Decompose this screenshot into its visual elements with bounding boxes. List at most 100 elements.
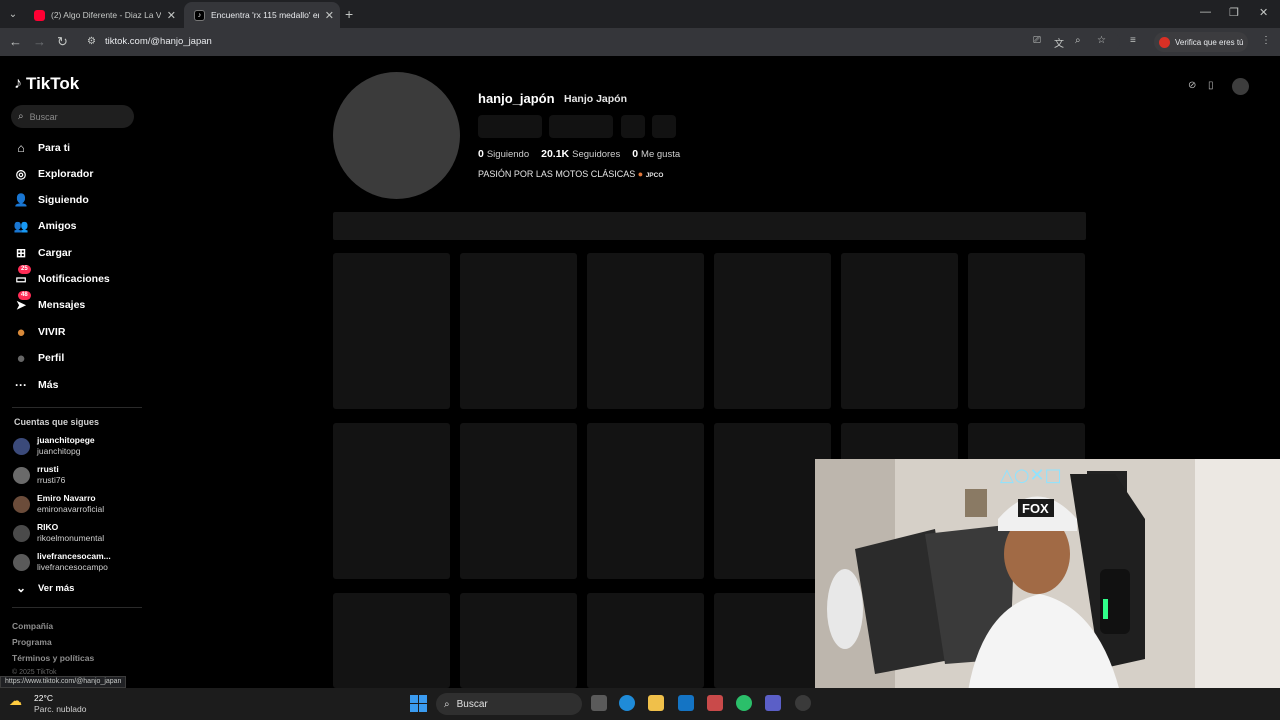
sidebar-item-compass[interactable]: ◎ Explorador	[13, 163, 143, 185]
sidebar-item-label: Perfil	[38, 352, 65, 364]
maximize-button[interactable]: ❐	[1229, 6, 1239, 19]
video-thumbnail-placeholder[interactable]	[460, 423, 577, 579]
footer-link-terms[interactable]: Términos y políticas	[12, 653, 94, 663]
share-button-placeholder[interactable]	[652, 115, 676, 138]
message-button-placeholder[interactable]	[549, 115, 613, 138]
profile-verify-button[interactable]: Verifica que eres tú	[1154, 32, 1248, 52]
cast-icon[interactable]: ⎚	[1033, 35, 1041, 46]
stat-followers[interactable]: 20.1K Seguidores	[541, 148, 620, 160]
avatar	[13, 466, 30, 484]
follow-button-placeholder[interactable]	[478, 115, 542, 138]
sidebar-item-upload[interactable]: ⊞ Cargar	[13, 242, 143, 264]
video-thumbnail-placeholder[interactable]	[841, 253, 958, 409]
video-thumbnail-placeholder[interactable]	[460, 593, 577, 688]
close-tab-icon[interactable]: ✕	[325, 9, 334, 22]
weather-temperature[interactable]: 22°C	[34, 693, 53, 703]
sidebar-item-messages[interactable]: ➤ 48 Mensajes	[13, 291, 143, 316]
sidebar-item-inbox[interactable]: ▭ 25 Notificaciones	[13, 265, 143, 290]
footer-link-company[interactable]: Compañía	[12, 621, 53, 631]
video-thumbnail-placeholder[interactable]	[460, 253, 577, 409]
video-thumbnail-placeholder[interactable]	[587, 253, 704, 409]
zoom-icon[interactable]: ⌕	[1075, 35, 1081, 46]
profile-avatar-icon: ●	[16, 349, 26, 367]
translate-icon[interactable]: 文	[1054, 35, 1064, 50]
taskbar-search[interactable]: ⌕ Buscar	[436, 693, 582, 715]
sidebar-item-friends[interactable]: 👥 Amigos	[13, 215, 143, 237]
sidebar-item-following[interactable]: 👤 Siguiendo	[13, 189, 143, 211]
see-more-button[interactable]: ⌄ Ver más	[13, 577, 143, 599]
reload-icon[interactable]: ↻	[57, 34, 68, 50]
task-view-icon[interactable]	[591, 695, 607, 711]
tab-title: Encuentra 'rx 115 medallo' en TikTok	[211, 10, 319, 20]
chrome-icon[interactable]	[795, 695, 811, 711]
teams-icon[interactable]	[765, 695, 781, 711]
following-section-title: Cuentas que sigues	[14, 417, 100, 427]
followed-account[interactable]: livefrancesocam... livefrancesocampo	[13, 551, 143, 573]
stat-value: 0	[478, 148, 484, 160]
user-avatar-icon[interactable]	[1232, 78, 1249, 95]
account-names: Emiro Navarro emironavarroficial	[37, 493, 104, 515]
video-thumbnail-placeholder[interactable]	[333, 593, 450, 688]
sidebar-item-home[interactable]: ⌂ Para ti	[13, 137, 143, 159]
url-text[interactable]: tiktok.com/@hanjo_japan	[105, 36, 212, 47]
footer-link-program[interactable]: Programa	[12, 637, 52, 647]
account-handle: rrusti76	[37, 475, 66, 485]
sidebar-item-profile[interactable]: ● Perfil	[13, 347, 143, 369]
account-name: rrusti	[37, 464, 59, 474]
taskbar-search-label: Buscar	[456, 698, 488, 710]
sidebar-item-more[interactable]: ··· Más	[13, 374, 143, 396]
windows-start-icon[interactable]	[410, 695, 427, 712]
tiktok-note-icon: ♪	[14, 75, 22, 92]
video-thumbnail-placeholder[interactable]	[714, 593, 831, 688]
account-name: juanchitopege	[37, 435, 95, 445]
compass-tool-icon[interactable]: ⊘	[1188, 80, 1196, 91]
close-window-button[interactable]: ✕	[1259, 6, 1268, 19]
video-thumbnail-placeholder[interactable]	[587, 593, 704, 688]
mail-app-icon[interactable]	[707, 695, 723, 711]
back-arrow-icon[interactable]: ←	[9, 34, 22, 49]
address-bar[interactable]	[80, 31, 1120, 53]
video-thumbnail-placeholder[interactable]	[714, 253, 831, 409]
menu-kebab-icon[interactable]: ⋮	[1261, 35, 1271, 46]
spotify-icon[interactable]	[736, 695, 752, 711]
stat-following[interactable]: 0 Siguiendo	[478, 148, 529, 160]
bookmark-star-icon[interactable]: ☆	[1097, 35, 1106, 46]
browser-tab-tiktok[interactable]: ♪ Encuentra 'rx 115 medallo' en TikTok ✕	[184, 2, 340, 28]
weather-description[interactable]: Parc. nublado	[34, 704, 86, 714]
tiktok-logo[interactable]: ♪ TikTok	[14, 74, 79, 94]
close-tab-icon[interactable]: ✕	[167, 9, 176, 22]
followed-account[interactable]: RIKO rikoelmonumental	[13, 522, 143, 544]
compass-icon: ◎	[15, 167, 27, 181]
sidebar-item-label: Para ti	[38, 142, 71, 154]
tiktok-search[interactable]: ⌕	[11, 105, 134, 128]
stat-label: Seguidores	[572, 149, 621, 160]
file-explorer-icon[interactable]	[648, 695, 664, 711]
search-input[interactable]	[29, 111, 120, 122]
new-tab-button[interactable]: +	[345, 6, 353, 22]
site-info-icon[interactable]: ⚙	[87, 36, 96, 47]
minimize-button[interactable]: —	[1200, 6, 1211, 18]
sidebar-item-live[interactable]: ● VIVIR	[13, 321, 143, 343]
video-thumbnail-placeholder[interactable]	[333, 253, 450, 409]
edge-browser-icon[interactable]	[619, 695, 635, 711]
followed-account[interactable]: Emiro Navarro emironavarroficial	[13, 493, 143, 515]
add-friend-button-placeholder[interactable]	[621, 115, 645, 138]
followed-account[interactable]: juanchitopege juanchitopg	[13, 435, 143, 457]
outlook-icon[interactable]	[678, 695, 694, 711]
tab-search-chevron-icon[interactable]: ⌄	[4, 5, 22, 23]
weather-icon[interactable]: ☁	[9, 693, 29, 711]
reading-list-icon[interactable]: ≡	[1130, 35, 1136, 46]
video-thumbnail-placeholder[interactable]	[968, 253, 1085, 409]
sidebar-item-label: Más	[38, 379, 59, 391]
forward-arrow-icon[interactable]: →	[33, 34, 46, 49]
account-handle: rikoelmonumental	[37, 533, 105, 543]
video-thumbnail-placeholder[interactable]	[587, 423, 704, 579]
svg-text:△○✕□: △○✕□	[1000, 465, 1062, 486]
device-icon[interactable]: ▯	[1208, 80, 1214, 91]
video-thumbnail-placeholder[interactable]	[714, 423, 831, 579]
followed-account[interactable]: rrusti rrusti76	[13, 464, 143, 486]
profile-avatar[interactable]	[333, 72, 460, 199]
video-thumbnail-placeholder[interactable]	[333, 423, 450, 579]
upload-icon: ⊞	[15, 246, 27, 260]
browser-tab-youtube[interactable]: (2) Algo Diferente - Diaz La Voz ✕	[24, 2, 182, 28]
